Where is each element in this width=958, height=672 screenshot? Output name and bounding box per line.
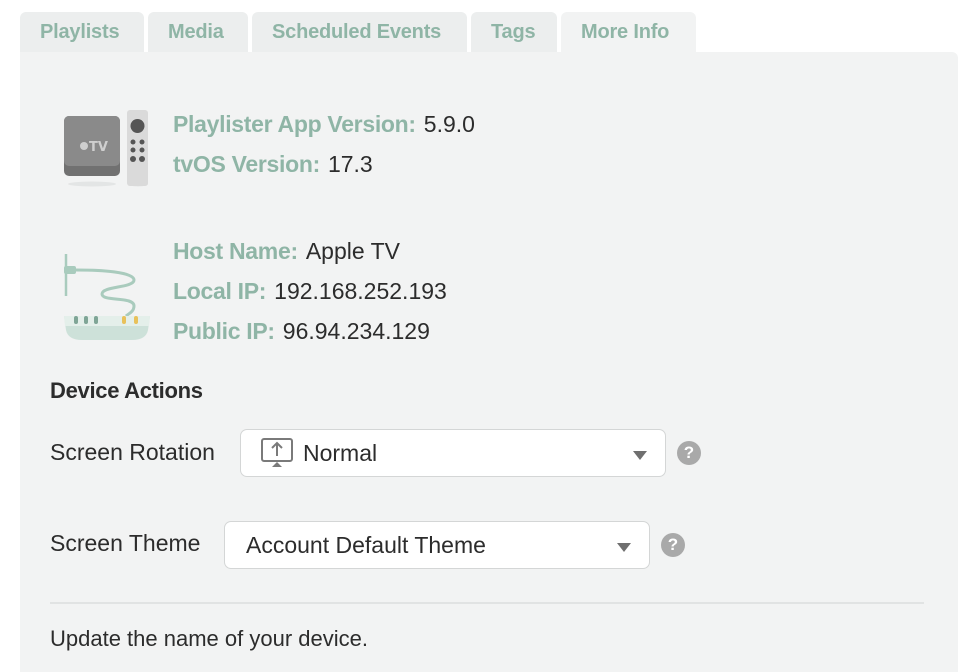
update-name-text: Update the name of your device. (50, 626, 368, 651)
tab-more-info[interactable]: More Info (561, 12, 696, 52)
local-ip-value: 192.168.252.193 (274, 278, 447, 304)
os-version-value: 17.3 (327, 151, 373, 177)
tab-media[interactable]: Media (148, 12, 248, 52)
apple-tv-device-icon: TV (64, 110, 148, 187)
tab-playlists[interactable]: Playlists (20, 12, 144, 52)
screen-theme-label: Screen Theme (50, 530, 201, 556)
more-info-panel (20, 52, 958, 672)
tab-scheduled-events[interactable]: Scheduled Events (252, 12, 467, 52)
device-actions-heading: Device Actions (50, 378, 203, 403)
screen-theme-select[interactable]: Account Default Theme (224, 521, 650, 569)
host-name-label: Host Name: (173, 238, 298, 264)
section-divider (50, 602, 924, 604)
public-ip-value: 96.94.234.129 (282, 318, 430, 344)
os-version-row: tvOS Version: 17.3 (173, 150, 373, 178)
app-version-value: 5.9.0 (423, 111, 475, 137)
host-name-row: Host Name: Apple TV (173, 237, 400, 265)
router-icon (64, 254, 150, 340)
chevron-down-icon (633, 451, 647, 460)
public-ip-row: Public IP: 96.94.234.129 (173, 317, 430, 345)
screen-rotation-value: Normal (303, 439, 378, 466)
app-version-row: Playlister App Version: 5.9.0 (173, 110, 475, 138)
local-ip-label: Local IP: (173, 278, 267, 304)
screen-theme-value: Account Default Theme (246, 531, 486, 558)
tab-bar: Playlists Media Scheduled Events Tags Mo… (20, 12, 696, 52)
app-version-label: Playlister App Version: (173, 111, 416, 137)
public-ip-label: Public IP: (173, 318, 275, 344)
monitor-upload-icon (261, 438, 293, 467)
chevron-down-icon (617, 543, 631, 552)
screen-rotation-select[interactable]: Normal (240, 429, 666, 477)
tab-tags[interactable]: Tags (471, 12, 557, 52)
host-name-value: Apple TV (305, 238, 401, 264)
svg-text:TV: TV (89, 140, 108, 155)
screen-rotation-label: Screen Rotation (50, 439, 215, 465)
os-version-label: tvOS Version: (173, 151, 320, 177)
screen-rotation-help-icon[interactable]: ? (677, 441, 701, 465)
screen-theme-help-icon[interactable]: ? (661, 533, 685, 557)
local-ip-row: Local IP: 192.168.252.193 (173, 277, 447, 305)
